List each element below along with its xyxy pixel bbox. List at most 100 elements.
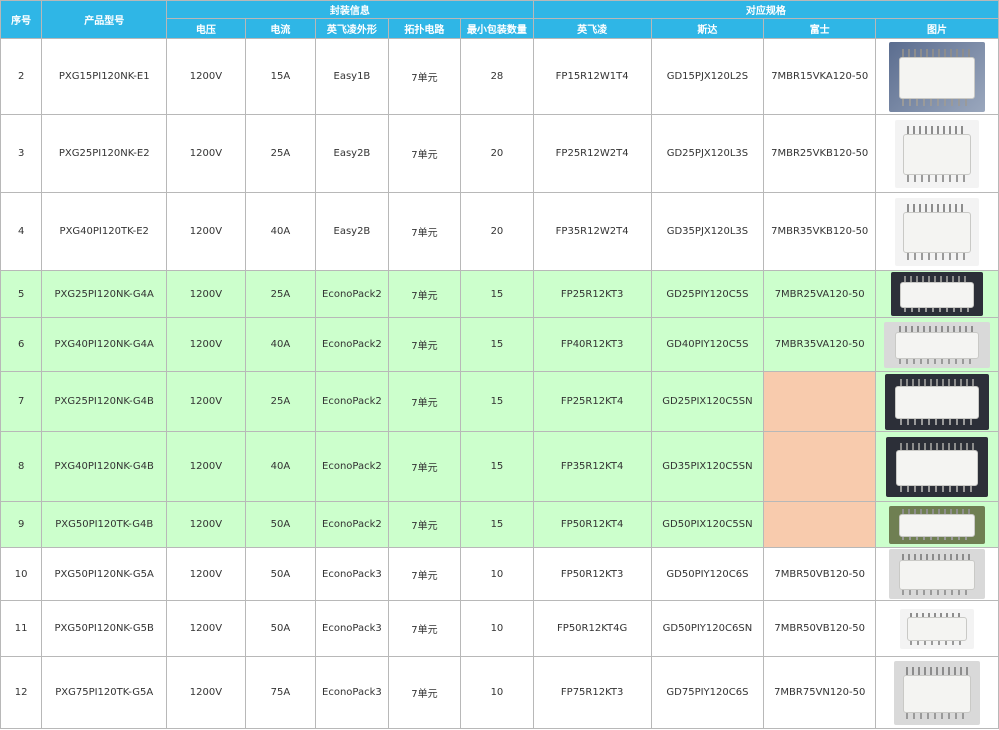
package-cell: EconoPack2 xyxy=(315,501,389,548)
header-package-info: 封装信息 xyxy=(166,0,534,19)
model-cell: PXG40PI120NK-G4A xyxy=(41,317,168,372)
model-cell: PXG50PI120TK-G4B xyxy=(41,501,168,548)
current-cell: 40A xyxy=(244,192,317,271)
table-row: 5 PXG25PI120NK-G4A 1200V 25A EconoPack2 7单元 15… xyxy=(0,270,999,318)
igbt-cross-reference-table: 序号 产品型号 封装信息 对应规格 电压 电流 英飞凌外形 拓扑电路 最小包装数… xyxy=(0,0,999,729)
infineon-cell: FP35R12W2T4 xyxy=(532,192,652,271)
fuji-cell: 7MBR15VKA120-50 xyxy=(763,38,877,115)
current-cell: 15A xyxy=(244,38,317,115)
topology-cell: 7单元 xyxy=(387,656,462,729)
voltage-cell: 1200V xyxy=(166,317,246,372)
package-cell: EconoPack3 xyxy=(315,600,389,657)
picture-cell xyxy=(875,547,999,601)
current-cell: 25A xyxy=(244,371,317,432)
package-cell: Easy1B xyxy=(315,38,389,115)
quantity-cell: 10 xyxy=(460,600,534,657)
starpower-cell: GD25PIY120C5S xyxy=(650,270,765,318)
starpower-cell: GD75PIY120C6S xyxy=(650,656,765,729)
quantity-cell: 15 xyxy=(460,270,534,318)
model-cell: PXG15PI120NK-E1 xyxy=(41,38,168,115)
package-cell: Easy2B xyxy=(315,114,389,193)
header-model: 产品型号 xyxy=(41,0,168,39)
package-cell: EconoPack2 xyxy=(315,270,389,318)
voltage-cell: 1200V xyxy=(166,371,246,432)
voltage-cell: 1200V xyxy=(166,38,246,115)
current-cell: 25A xyxy=(244,114,317,193)
row-number: 5 xyxy=(0,270,43,318)
picture-cell xyxy=(875,192,999,271)
package-cell: EconoPack2 xyxy=(315,371,389,432)
fuji-cell: 7MBR75VN120-50 xyxy=(763,656,877,729)
table-row: 2 PXG15PI120NK-E1 1200V 15A Easy1B 7单元 28 FP15R… xyxy=(0,38,999,115)
fuji-cell xyxy=(763,371,877,432)
starpower-cell: GD35PIX120C5SN xyxy=(650,431,765,502)
row-number: 11 xyxy=(0,600,43,657)
current-cell: 25A xyxy=(244,270,317,318)
table-row: 3 PXG25PI120NK-E2 1200V 25A Easy2B 7单元 20 FP25R… xyxy=(0,114,999,193)
row-number: 3 xyxy=(0,114,43,193)
topology-cell: 7单元 xyxy=(387,431,462,502)
model-cell: PXG25PI120NK-G4A xyxy=(41,270,168,318)
row-number: 8 xyxy=(0,431,43,502)
infineon-cell: FP50R12KT4 xyxy=(532,501,652,548)
infineon-cell: FP25R12KT3 xyxy=(532,270,652,318)
package-cell: Easy2B xyxy=(315,192,389,271)
topology-cell: 7单元 xyxy=(387,192,462,271)
current-cell: 50A xyxy=(244,501,317,548)
infineon-cell: FP50R12KT4G xyxy=(532,600,652,657)
picture-cell xyxy=(875,656,999,729)
header-min-pack-qty: 最小包装数量 xyxy=(460,18,534,39)
picture-cell xyxy=(875,114,999,193)
infineon-cell: FP15R12W1T4 xyxy=(532,38,652,115)
header-starpower: 斯达 xyxy=(650,18,765,39)
row-number: 4 xyxy=(0,192,43,271)
voltage-cell: 1200V xyxy=(166,431,246,502)
igbt-module-econopack2-photo xyxy=(889,505,986,544)
package-cell: EconoPack2 xyxy=(315,431,389,502)
table-row: 9 PXG50PI120TK-G4B 1200V 50A EconoPack2 7单元 15… xyxy=(0,501,999,548)
fuji-cell xyxy=(763,501,877,548)
starpower-cell: GD40PIY120C5S xyxy=(650,317,765,372)
fuji-cell xyxy=(763,431,877,502)
picture-cell xyxy=(875,38,999,115)
table-row: 10 PXG50PI120NK-G5A 1200V 50A EconoPack3 7单元 1… xyxy=(0,547,999,601)
topology-cell: 7单元 xyxy=(387,270,462,318)
igbt-module-easy1b-photo xyxy=(889,41,986,112)
row-number: 6 xyxy=(0,317,43,372)
model-cell: PXG40PI120NK-G4B xyxy=(41,431,168,502)
picture-cell xyxy=(875,317,999,372)
infineon-cell: FP35R12KT4 xyxy=(532,431,652,502)
quantity-cell: 15 xyxy=(460,431,534,502)
model-cell: PXG25PI120NK-G4B xyxy=(41,371,168,432)
quantity-cell: 15 xyxy=(460,371,534,432)
igbt-module-easy2b-photo xyxy=(895,197,980,266)
current-cell: 40A xyxy=(244,317,317,372)
table-row: 4 PXG40PI120TK-E2 1200V 40A Easy2B 7单元 20 FP35R… xyxy=(0,192,999,271)
current-cell: 50A xyxy=(244,600,317,657)
model-cell: PXG75PI120TK-G5A xyxy=(41,656,168,729)
starpower-cell: GD35PJX120L3S xyxy=(650,192,765,271)
quantity-cell: 10 xyxy=(460,656,534,729)
model-cell: PXG50PI120NK-G5B xyxy=(41,600,168,657)
igbt-module-easy2b-photo xyxy=(895,119,980,188)
infineon-cell: FP75R12KT3 xyxy=(532,656,652,729)
quantity-cell: 15 xyxy=(460,317,534,372)
topology-cell: 7单元 xyxy=(387,317,462,372)
row-number: 2 xyxy=(0,38,43,115)
fuji-cell: 7MBR25VA120-50 xyxy=(763,270,877,318)
package-cell: EconoPack2 xyxy=(315,317,389,372)
current-cell: 75A xyxy=(244,656,317,729)
infineon-cell: FP25R12W2T4 xyxy=(532,114,652,193)
topology-cell: 7单元 xyxy=(387,547,462,601)
quantity-cell: 20 xyxy=(460,192,534,271)
fuji-cell: 7MBR50VB120-50 xyxy=(763,600,877,657)
header-topology: 拓扑电路 xyxy=(387,18,462,39)
quantity-cell: 10 xyxy=(460,547,534,601)
infineon-cell: FP40R12KT3 xyxy=(532,317,652,372)
model-cell: PXG50PI120NK-G5A xyxy=(41,547,168,601)
header-infineon-package: 英飞凌外形 xyxy=(315,18,389,39)
fuji-cell: 7MBR50VB120-50 xyxy=(763,547,877,601)
table-row: 7 PXG25PI120NK-G4B 1200V 25A EconoPack2 7单元 15… xyxy=(0,371,999,432)
infineon-cell: FP50R12KT3 xyxy=(532,547,652,601)
fuji-cell: 7MBR35VA120-50 xyxy=(763,317,877,372)
